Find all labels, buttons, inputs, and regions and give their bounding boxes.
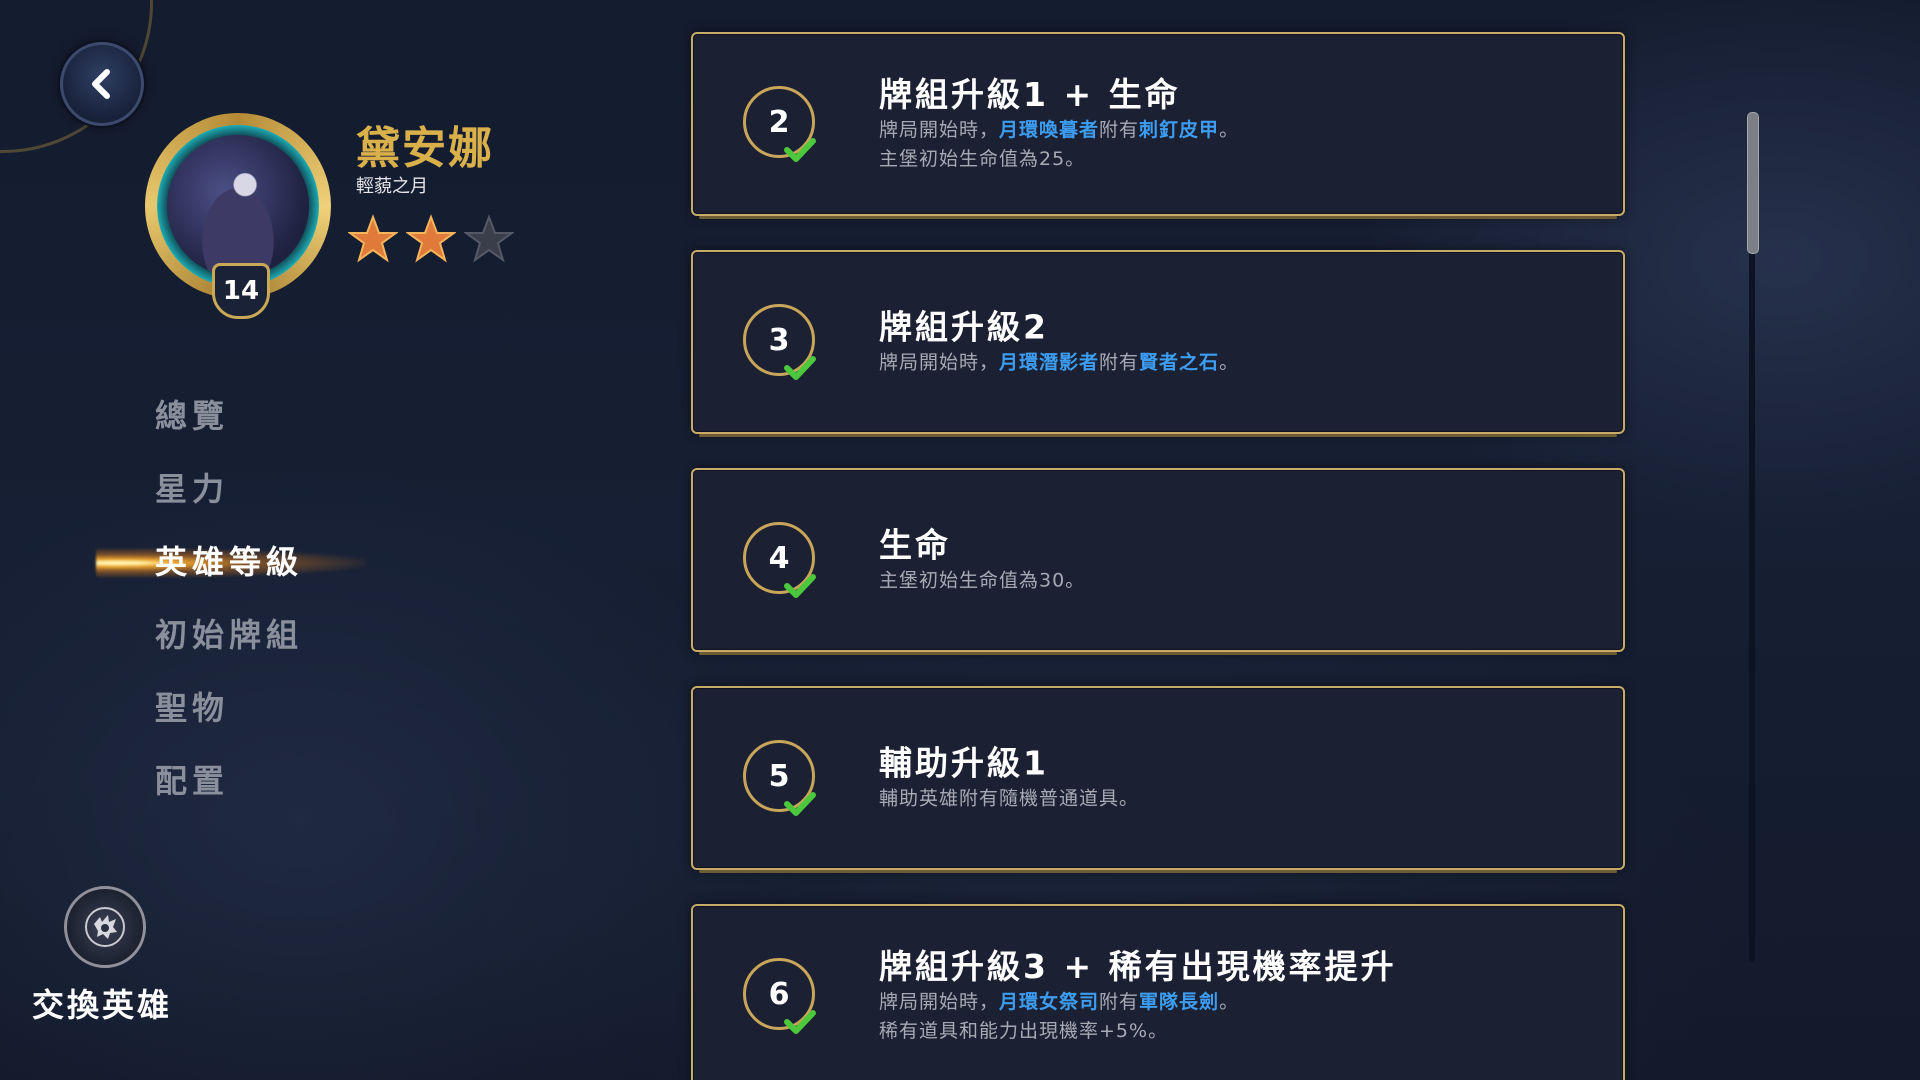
- description-text: 牌局開始時，: [879, 351, 1000, 374]
- description-text: 附有: [1099, 351, 1140, 374]
- check-icon: [784, 1010, 816, 1034]
- description-text: 主堡初始生命值為30。: [879, 569, 1086, 592]
- level-card[interactable]: 6 牌組升級3 + 稀有出現機率提升 牌局開始時，月環女祭司附有軍隊長劍。 稀有道具和…: [691, 904, 1625, 1080]
- level-reward-description: 輔助英雄附有隨機普通道具。: [879, 785, 1583, 814]
- back-button[interactable]: [60, 42, 144, 126]
- nav-item-1[interactable]: 星力: [0, 453, 420, 526]
- level-card[interactable]: 4 生命 主堡初始生命值為30。: [691, 468, 1625, 655]
- description-text: 稀有道具和能力出現機率+5%。: [879, 1020, 1169, 1042]
- level-reward-description: 主堡初始生命值為25。: [879, 145, 1583, 174]
- level-reward-title: 輔助升級1: [879, 743, 1049, 783]
- description-text: 牌局開始時，: [879, 991, 1000, 1013]
- hero-level-badge: 14: [212, 263, 270, 319]
- nav-item-label: 初始牌組: [155, 616, 304, 654]
- level-reward-title: 牌組升級2: [879, 307, 1049, 347]
- level-reward-text: 輔助升級1 輔助英雄附有隨機普通道具。: [879, 743, 1583, 814]
- keyword-link[interactable]: 月環喚暮者: [999, 119, 1099, 141]
- nav-item-2[interactable]: 英雄等級: [0, 526, 420, 599]
- description-text: 牌局開始時，: [879, 119, 1000, 141]
- nav-item-label: 聖物: [155, 689, 230, 727]
- hero-title: 輕藐之月: [356, 176, 428, 197]
- level-reward-text: 牌組升級2 牌局開始時，月環潛影者附有賢者之石。: [879, 307, 1583, 378]
- check-icon: [784, 792, 816, 816]
- keyword-link[interactable]: 軍隊長劍: [1139, 991, 1219, 1013]
- level-reward-description: 牌局開始時，月環潛影者附有賢者之石。: [879, 349, 1583, 378]
- keyword-link[interactable]: 刺釘皮甲: [1139, 119, 1219, 141]
- star-empty-icon: [464, 214, 514, 263]
- nav-item-4[interactable]: 聖物: [0, 672, 420, 745]
- scrollbar-thumb[interactable]: [1747, 112, 1759, 254]
- sidebar-nav: 總覽星力英雄等級初始牌組聖物配置: [0, 380, 420, 818]
- level-reward-title: 牌組升級3 + 稀有出現機率提升: [879, 947, 1397, 986]
- level-reward-text: 牌組升級3 + 稀有出現機率提升 牌局開始時，月環女祭司附有軍隊長劍。 稀有道具和能…: [879, 946, 1583, 1046]
- chevron-left-icon: [92, 69, 110, 99]
- level-reward-description: 稀有道具和能力出現機率+5%。: [879, 1017, 1583, 1046]
- level-reward-description: 牌局開始時，月環女祭司附有軍隊長劍。: [879, 988, 1583, 1017]
- level-reward-title: 牌組升級1 + 生命: [879, 75, 1181, 114]
- level-reward-description: 牌局開始時，月環喚暮者附有刺釘皮甲。: [879, 116, 1583, 145]
- description-text: 輔助英雄附有隨機普通道具。: [879, 787, 1140, 810]
- description-text: 。: [1219, 991, 1240, 1013]
- nav-item-label: 總覽: [155, 397, 230, 435]
- hero-avatar: 14: [145, 113, 331, 319]
- check-icon: [784, 574, 816, 598]
- swap-hero-label: 交換英雄: [32, 986, 173, 1024]
- star-rating: [348, 214, 514, 264]
- keyword-link[interactable]: 賢者之石: [1139, 352, 1219, 374]
- level-card[interactable]: 5 輔助升級1 輔助英雄附有隨機普通道具。: [691, 686, 1625, 873]
- nav-item-0[interactable]: 總覽: [0, 380, 420, 453]
- check-icon: [784, 356, 816, 380]
- level-card[interactable]: 2 牌組升級1 + 生命 牌局開始時，月環喚暮者附有刺釘皮甲。 主堡初始生命值為25。: [691, 32, 1625, 219]
- description-text: 。: [1219, 119, 1240, 141]
- keyword-link[interactable]: 月環女祭司: [999, 991, 1099, 1013]
- check-icon: [784, 138, 816, 162]
- description-text: 。: [1219, 351, 1240, 374]
- level-reward-text: 牌組升級1 + 生命 牌局開始時，月環喚暮者附有刺釘皮甲。 主堡初始生命值為25。: [879, 74, 1583, 174]
- nav-item-3[interactable]: 初始牌組: [0, 599, 420, 672]
- nav-item-5[interactable]: 配置: [0, 745, 420, 818]
- nav-item-label: 配置: [155, 762, 230, 800]
- description-text: 附有: [1099, 119, 1140, 141]
- swap-hero-button[interactable]: [64, 886, 146, 968]
- swap-hero-icon: [85, 907, 125, 947]
- hero-portrait: [167, 135, 309, 277]
- hero-name: 黛安娜: [356, 123, 494, 174]
- level-reward-text: 生命主堡初始生命值為30。: [879, 525, 1583, 596]
- description-text: 附有: [1099, 991, 1140, 1013]
- hero-level-list: 2 牌組升級1 + 生命 牌局開始時，月環喚暮者附有刺釘皮甲。 主堡初始生命值為25。…: [691, 32, 1625, 1080]
- description-text: 主堡初始生命值為25。: [879, 148, 1086, 170]
- level-reward-description: 主堡初始生命值為30。: [879, 567, 1583, 596]
- keyword-link[interactable]: 月環潛影者: [999, 352, 1099, 374]
- hero-level-screen: 14 黛安娜 輕藐之月 總覽 星力 英雄等級 初始牌組 聖物 配置 交換英雄 2 牌組升級1…: [0, 0, 1920, 1080]
- level-card[interactable]: 3 牌組升級2 牌局開始時，月環潛影者附有賢者之石。: [691, 250, 1625, 437]
- nav-item-label: 英雄等級: [155, 543, 304, 581]
- nav-item-label: 星力: [155, 470, 230, 508]
- star-filled-icon: [348, 214, 398, 263]
- star-filled-icon: [406, 214, 456, 263]
- level-reward-title: 生命: [879, 525, 951, 565]
